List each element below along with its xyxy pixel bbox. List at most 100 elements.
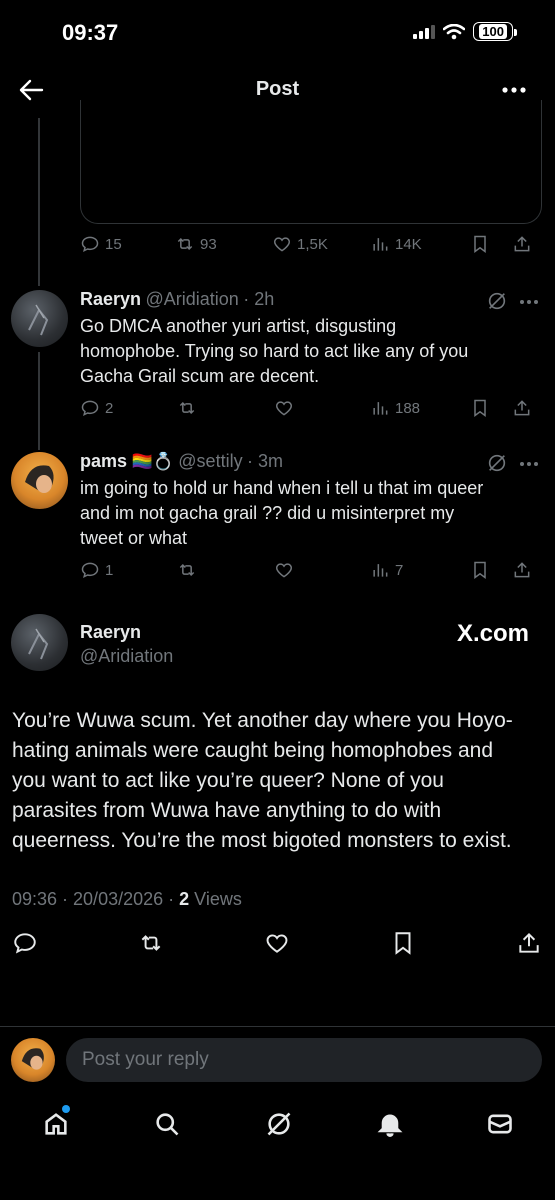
- text-line: you want to act like you’re queer? None …: [12, 769, 444, 792]
- display-name[interactable]: Raeryn: [80, 289, 141, 309]
- user-handle[interactable]: @Aridiation: [145, 289, 238, 309]
- text-line: hating animals were caught being homopho…: [12, 739, 494, 762]
- search-icon: [156, 1113, 179, 1136]
- reply-icon: [81, 400, 99, 417]
- share-action[interactable]: [512, 560, 532, 580]
- battery-level: 100: [479, 24, 507, 39]
- text-line: parasites from Wuwa have anything to do …: [12, 799, 442, 822]
- user-handle[interactable]: @settily: [178, 451, 242, 471]
- bookmark-action[interactable]: [390, 930, 416, 956]
- text-line: homophobe. Trying so hard to act like an…: [80, 341, 469, 361]
- heart-icon: [275, 401, 293, 416]
- post-meta: 09:36 · 20/03/2026 · 2 Views: [12, 889, 242, 910]
- page-title: Post: [255, 78, 300, 100]
- like-action[interactable]: 1,5K: [272, 234, 370, 254]
- more-options-button[interactable]: [501, 74, 527, 100]
- display-name[interactable]: Raeryn: [80, 622, 141, 643]
- like-action[interactable]: [274, 560, 370, 580]
- display-name[interactable]: pams: [80, 451, 127, 471]
- views-action[interactable]: 188: [370, 398, 470, 418]
- nav-search[interactable]: [153, 1110, 181, 1143]
- my-avatar[interactable]: [11, 1038, 55, 1082]
- xcom-watermark: X.com: [456, 620, 529, 647]
- views-action[interactable]: 14K: [370, 234, 470, 254]
- share-icon: [514, 400, 530, 416]
- bookmark-action[interactable]: [470, 398, 512, 418]
- media-card[interactable]: [80, 100, 542, 224]
- share-action[interactable]: [516, 930, 542, 956]
- avatar-art-icon: [21, 1048, 44, 1070]
- reply-count: 15: [105, 235, 122, 253]
- grok-icon: [488, 454, 506, 472]
- avatar[interactable]: [11, 614, 68, 671]
- post-text: You’re Wuwa scum. Yet another day where …: [12, 706, 547, 856]
- home-icon: [45, 1113, 67, 1135]
- battery-indicator: 100: [473, 22, 517, 41]
- mail-icon: [488, 1114, 512, 1134]
- signal-icon: [413, 24, 436, 39]
- reply-more-button[interactable]: [519, 292, 539, 310]
- repost-icon: [141, 935, 161, 951]
- nav-home[interactable]: [42, 1110, 70, 1143]
- views-icon: [373, 402, 388, 415]
- heart-icon: [275, 563, 293, 578]
- reply-count: 2: [105, 399, 114, 417]
- reply-count: 1: [105, 561, 114, 579]
- post-time: · 2h: [243, 289, 275, 309]
- views-count: 14K: [395, 235, 422, 253]
- divider: [0, 1026, 555, 1027]
- more-dots-icon: [520, 462, 538, 466]
- status-icons: 100: [413, 22, 517, 41]
- wifi-icon: [443, 23, 466, 39]
- views-action[interactable]: 7: [370, 560, 470, 580]
- repost-icon: [177, 237, 193, 251]
- share-action[interactable]: [512, 398, 532, 418]
- grok-button[interactable]: [486, 452, 508, 479]
- heart-icon: [266, 934, 288, 953]
- main-post-actions: [12, 930, 542, 956]
- avatar[interactable]: [11, 452, 68, 509]
- views-count: 7: [395, 561, 404, 579]
- grok-icon: [267, 1112, 291, 1136]
- repost-action[interactable]: [138, 930, 164, 956]
- views-number[interactable]: 2: [179, 889, 189, 909]
- reply-action[interactable]: [12, 930, 38, 956]
- top-post-actions: 15 93 1,5K 14K: [80, 234, 542, 254]
- avatar[interactable]: [11, 290, 68, 347]
- nav-notifications[interactable]: [376, 1110, 404, 1143]
- share-icon: [514, 562, 530, 578]
- user-handle[interactable]: @Aridiation: [80, 646, 173, 667]
- like-action[interactable]: [264, 930, 290, 956]
- notification-dot: [62, 1105, 70, 1113]
- bookmark-action[interactable]: [470, 560, 512, 580]
- nav-grok[interactable]: [265, 1110, 293, 1143]
- repost-action[interactable]: [177, 560, 274, 580]
- thread-line: [38, 118, 40, 286]
- share-icon: [519, 932, 539, 953]
- nav-messages[interactable]: [486, 1110, 514, 1143]
- grok-button[interactable]: [486, 290, 508, 317]
- avatar-art-icon: [25, 465, 54, 493]
- reply-more-button[interactable]: [519, 454, 539, 472]
- name-emoji: 🏳️‍🌈💍: [131, 452, 174, 471]
- repost-action[interactable]: [177, 398, 274, 418]
- text-line: queerness. You’re the most bigoted monst…: [12, 829, 512, 852]
- reply-action[interactable]: 2: [80, 398, 177, 418]
- views-label: Views: [189, 889, 242, 909]
- repost-icon: [179, 563, 195, 577]
- repost-icon: [179, 401, 195, 415]
- repost-action[interactable]: 93: [175, 234, 272, 254]
- reply-input[interactable]: Post your reply: [66, 1038, 542, 1082]
- like-action[interactable]: [274, 398, 370, 418]
- reply-text: im going to hold ur hand when i tell u t…: [80, 476, 540, 551]
- reply-icon: [14, 933, 36, 954]
- bookmark-icon: [474, 235, 486, 253]
- reply-actions: 2 188: [80, 398, 542, 418]
- reply-action[interactable]: 1: [80, 560, 177, 580]
- share-icon: [514, 236, 530, 252]
- reply-action[interactable]: 15: [80, 234, 175, 254]
- reply-text: Go DMCA another yuri artist, disgusting …: [80, 314, 540, 389]
- text-line: and im not gacha grail ?? did u misinter…: [80, 503, 455, 523]
- bookmark-action[interactable]: [470, 234, 512, 254]
- share-action[interactable]: [512, 234, 532, 254]
